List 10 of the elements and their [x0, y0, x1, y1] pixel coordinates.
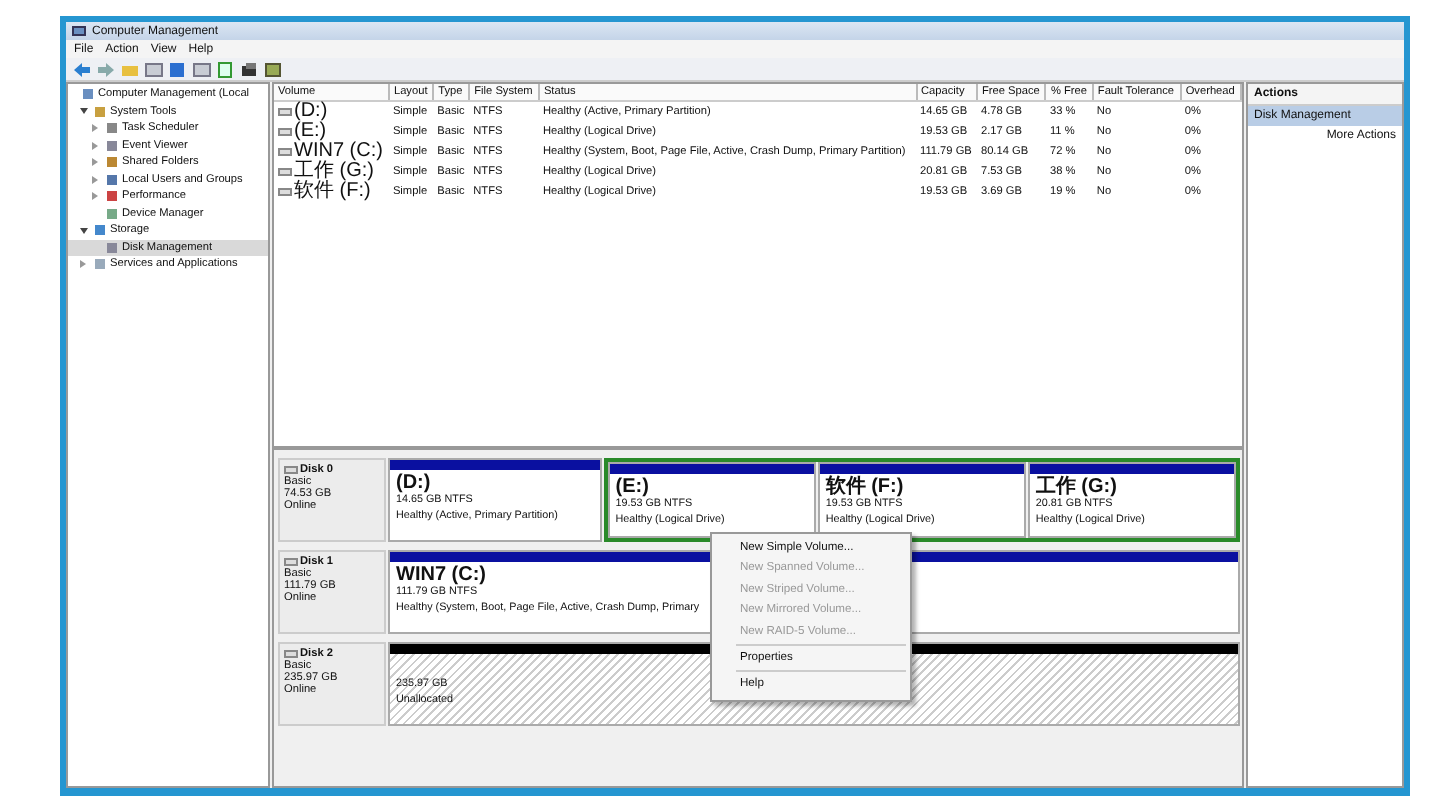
volume-name: (E:): [294, 122, 327, 142]
partition-label: (E:): [615, 476, 649, 498]
volume-name: 工作 (G:): [294, 162, 374, 182]
volume-name: (D:): [294, 102, 328, 122]
partition-label: WIN7 (C:): [396, 564, 486, 586]
volume-name: 软件 (F:): [294, 182, 371, 202]
partition-label: (D:): [396, 472, 431, 494]
partition-label: 软件 (F:): [825, 476, 904, 498]
volume-name: WIN7 (C:): [294, 142, 383, 162]
partition-label: 工作 (G:): [1035, 476, 1117, 498]
